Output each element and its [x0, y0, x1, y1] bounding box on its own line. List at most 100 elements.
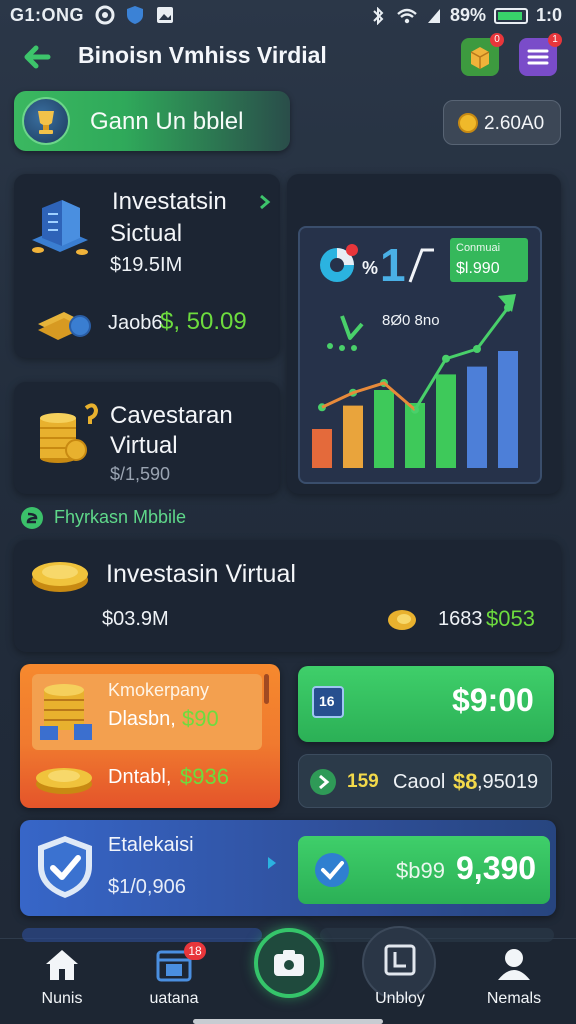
image-status-icon [157, 7, 173, 23]
small-arrow-icon [268, 857, 276, 869]
calendar-day: 16 [319, 693, 335, 709]
coins-icon [32, 562, 88, 592]
security-card[interactable]: Etalekaisi $1/0,906 $b99 9,390 [20, 820, 556, 916]
chart-dot [327, 343, 333, 349]
cancel-prefix: 159 [347, 771, 379, 792]
check-mark-icon [340, 315, 364, 340]
signal-icon [427, 8, 440, 23]
wide-card-stat-prefix: 1683 [438, 608, 483, 630]
calendar-icon: 16 [312, 686, 344, 718]
coin-balance[interactable]: 2.60A0 [443, 100, 561, 145]
gain-label: Gann Un bblel [90, 108, 244, 135]
wifi-icon [397, 8, 417, 23]
trophy-icon [38, 111, 54, 134]
chart-bar [374, 390, 394, 468]
brokerage-row2-label: Dntabl, [108, 766, 172, 788]
card2-amount: $/1,590 [110, 464, 171, 484]
brokerage-row1-prefix: Dlasbn, [108, 708, 176, 730]
coin-icon [458, 113, 478, 133]
security-btn-value: 9,390 [456, 850, 537, 886]
card2-title-1: Cavestaran [110, 402, 233, 429]
chart-bar [498, 351, 518, 468]
menu-badge: 1 [548, 33, 562, 47]
wide-card-stat-value: $053 [486, 606, 535, 631]
virtual-investment-card[interactable]: Investasin Virtual $03.9M 1683 $053 [14, 540, 561, 652]
battery-icon [493, 7, 528, 24]
building-icon [32, 200, 88, 255]
card1-title-1: Investatsin [112, 188, 227, 215]
chart-bar [467, 366, 487, 468]
security-title: Etalekaisi [108, 834, 194, 856]
chart-dot [339, 345, 345, 351]
trophy-badge [22, 97, 70, 145]
savings-card[interactable]: Cavestaran Virtual $/1,590 [14, 382, 280, 494]
card1-amount: $19.5IM [110, 254, 183, 276]
brokerage-row1-label: Kmokerpany [108, 680, 210, 700]
back-arrow-icon[interactable] [18, 38, 56, 76]
chevron-right-icon [260, 194, 271, 210]
chart-bar [312, 429, 332, 468]
brokerage-card[interactable]: Kmokerpany Dlasbn, $90 Dntabl, $936 [20, 664, 280, 808]
nav-label-home: Nunis [41, 990, 83, 1007]
card1-stat-prefix: Jaob6 [108, 312, 163, 334]
security-btn-prefix: $b99 [396, 858, 445, 883]
chart-bar [436, 374, 456, 468]
status-right: 89% 1:0 [368, 5, 562, 26]
cancel-value-rest: ,95019 [477, 771, 539, 793]
home-icon [46, 950, 78, 980]
play-icon [310, 769, 336, 795]
security-value-button[interactable]: $b99 9,390 [298, 836, 550, 904]
gain-banner[interactable]: Gann Un bblel [14, 91, 290, 151]
menu-button[interactable]: 1 [519, 33, 562, 76]
card1-stat-value: $, 50.09 [160, 308, 247, 335]
investment-card[interactable]: Investatsin Sictual $19.5IM Jaob6 $, 50.… [14, 174, 280, 358]
check-badge-icon [315, 853, 349, 887]
trend-line [321, 381, 416, 411]
security-amount: $1/0,906 [108, 876, 186, 898]
bar-chart [312, 294, 518, 468]
nav-item-unblock[interactable] [362, 926, 436, 1000]
wide-card-title: Investasin Virtual [106, 560, 296, 588]
coin-balance-value: 2.60A0 [484, 113, 545, 134]
coin-stack-icon [40, 403, 99, 463]
shield-status-icon [127, 6, 143, 24]
nav-label-profile: Nemals [486, 990, 542, 1007]
nav-item-calendar[interactable]: 18 uatana [124, 938, 224, 1024]
value-button[interactable]: 16 $9:00 [298, 666, 554, 742]
shield-check-icon [38, 836, 92, 898]
box-button[interactable]: 0 [461, 33, 504, 76]
card1-title-2: Sictual [110, 220, 183, 247]
mobile-section-icon [21, 507, 43, 529]
value-button-amount: $9:00 [452, 682, 534, 718]
bluetooth-icon [373, 6, 384, 25]
clock: 1:0 [535, 5, 562, 25]
section-label: Fhyrkasn Mbbile [54, 507, 187, 527]
page-title: Binoisn Vmhiss Virdial [78, 42, 327, 68]
wide-card-amount: $03.9M [102, 608, 169, 630]
box-badge: 0 [490, 33, 504, 47]
card2-title-2: Virtual [110, 432, 178, 459]
status-bar: G1:ONG 89% 1:0 [0, 0, 576, 30]
coin-pile-icon [36, 768, 92, 794]
nav-center-camera-button[interactable] [254, 928, 324, 998]
home-indicator [193, 1019, 383, 1024]
battery-percent: 89% [449, 5, 486, 25]
chart-panel: % 1 Conmuai $l.990 8Ø0 8no [298, 226, 542, 484]
cancel-value-main: $8 [453, 769, 478, 794]
cancel-row[interactable]: 159 Caool $8 ,95019 [298, 754, 552, 808]
trend-line-green [413, 306, 510, 411]
coin-small-icon [388, 610, 416, 630]
nav-calendar-badge: 18 [184, 942, 206, 960]
nav-item-home[interactable]: Nunis [12, 938, 112, 1024]
scrollbar[interactable] [264, 674, 269, 704]
camera-icon [274, 950, 304, 976]
brokerage-row2-value: $936 [180, 764, 229, 789]
nav-item-profile[interactable]: Nemals [464, 938, 564, 1024]
brokerage-row1-value: $90 [182, 706, 219, 731]
cancel-label: Caool [393, 771, 446, 793]
chart-bar [343, 405, 363, 468]
carrier-label: G1:ONG [10, 5, 85, 25]
nav-label-calendar: uatana [149, 990, 199, 1007]
settings-icon [95, 5, 115, 25]
chart-dot [351, 345, 357, 351]
